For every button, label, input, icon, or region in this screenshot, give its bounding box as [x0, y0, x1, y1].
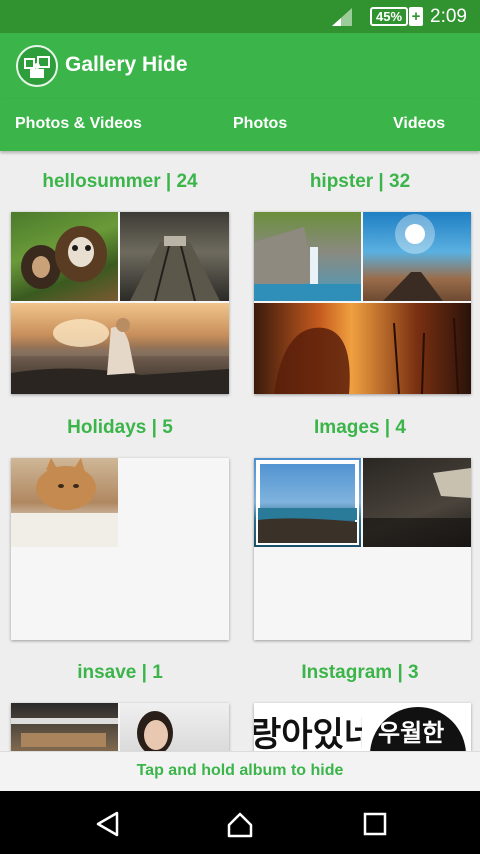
clock: 2:09	[430, 6, 467, 27]
tab-photos[interactable]: Photos	[233, 115, 287, 133]
photo-thumbnail: 랑아있네	[254, 703, 362, 751]
navigation-bar	[0, 791, 480, 854]
photo-thumbnail	[254, 303, 471, 394]
hide-hint: Tap and hold album to hide	[136, 762, 344, 779]
album-card-hellosummer[interactable]	[11, 212, 229, 394]
album-card-instagram[interactable]: 랑아있네 우월한	[254, 703, 471, 751]
back-icon[interactable]	[93, 809, 123, 839]
thumbnail-text: 랑아있네	[254, 715, 362, 751]
album-label-hipster: hipster | 32	[309, 171, 411, 192]
home-icon[interactable]	[225, 809, 255, 839]
photo-thumbnail	[11, 703, 118, 751]
battery-percent: 45%	[375, 9, 403, 24]
tab-bar: Photos & Videos Photos Videos	[0, 99, 480, 151]
photo-thumbnail	[11, 303, 229, 394]
status-bar: 45% + 2:09	[0, 0, 480, 33]
album-label-holidays: Holidays | 5	[67, 417, 173, 438]
album-card-images[interactable]	[254, 458, 471, 640]
signal-icon	[332, 8, 352, 26]
photo-thumbnail	[363, 212, 471, 301]
album-card-insave[interactable]	[11, 703, 229, 751]
photo-thumbnail	[11, 458, 118, 547]
photo-thumbnail	[11, 212, 118, 301]
recents-icon[interactable]	[360, 809, 390, 839]
photo-thumbnail	[254, 458, 361, 547]
photo-thumbnail	[120, 212, 229, 301]
hint-bar: Tap and hold album to hide	[0, 751, 480, 791]
album-grid: hellosummer | 24 hipster | 32 Holidays |…	[0, 151, 480, 751]
album-card-holidays[interactable]	[11, 458, 229, 640]
album-card-hipster[interactable]	[254, 212, 471, 394]
album-label-hellosummer: hellosummer | 24	[42, 171, 198, 192]
album-label-images: Images | 4	[314, 417, 406, 438]
thumbnail-text: 우월한	[378, 719, 445, 747]
album-label-insave: insave | 1	[77, 662, 163, 683]
battery-icon: 45%	[370, 7, 408, 26]
tab-photos-and-videos[interactable]: Photos & Videos	[15, 115, 142, 133]
app-logo-icon	[16, 45, 58, 87]
album-label-instagram: Instagram | 3	[301, 662, 419, 683]
charging-indicator: +	[409, 7, 423, 26]
app-bar: Gallery Hide	[0, 33, 480, 99]
photo-thumbnail	[120, 703, 229, 751]
photo-thumbnail: 우월한	[364, 703, 471, 751]
photo-thumbnail	[254, 212, 361, 301]
photo-thumbnail	[363, 458, 471, 547]
app-title: Gallery Hide	[65, 53, 188, 76]
tab-videos[interactable]: Videos	[393, 115, 445, 133]
